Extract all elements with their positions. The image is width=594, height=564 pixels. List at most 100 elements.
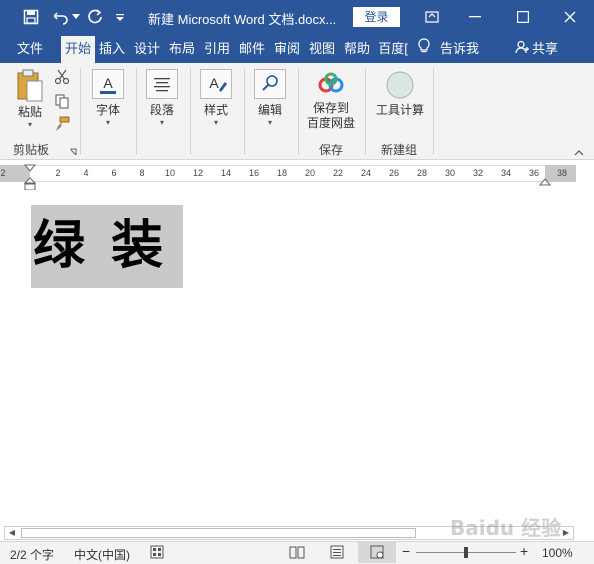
clipboard-icon: [10, 69, 50, 103]
close-icon[interactable]: [550, 0, 590, 34]
selected-text[interactable]: 绿 装: [31, 205, 183, 288]
tab-references[interactable]: 引用: [201, 34, 233, 63]
styles-label: 样式: [203, 103, 228, 117]
paste-dropdown-icon[interactable]: ▾: [10, 120, 50, 130]
baidu-netdisk-icon: [302, 71, 360, 101]
save-baidu-label-1: 保存到: [312, 101, 349, 115]
font-button[interactable]: A 字体 ▾: [88, 69, 128, 128]
macro-record-icon[interactable]: [150, 545, 164, 562]
collapse-ribbon-icon[interactable]: [572, 145, 586, 156]
web-layout-button[interactable]: [358, 542, 396, 563]
font-dropdown-icon[interactable]: ▾: [88, 118, 128, 128]
ruler-tick-label: 32: [472, 168, 484, 178]
first-line-indent-marker-icon[interactable]: [23, 161, 37, 175]
ruler-tick-label: 6: [111, 168, 117, 178]
person-icon: [515, 35, 529, 64]
ruler-tick-label: 28: [416, 168, 428, 178]
login-button[interactable]: 登录: [353, 7, 400, 27]
tool-calc-button[interactable]: 工具计算: [372, 71, 428, 118]
paragraph-dropdown-icon[interactable]: ▾: [142, 118, 182, 128]
editing-button[interactable]: 编辑 ▾: [250, 69, 290, 128]
undo-dropdown-icon[interactable]: [70, 6, 82, 28]
lightbulb-icon: [418, 35, 430, 64]
clipboard-dialog-launcher-icon[interactable]: [68, 145, 78, 156]
ruler-tick-label: 26: [388, 168, 400, 178]
font-color-icon: A: [92, 69, 124, 99]
ruler-tick-label: 36: [528, 168, 540, 178]
language-indicator[interactable]: 中文(中国): [74, 546, 130, 563]
save-to-baidu-button[interactable]: 保存到 百度网盘: [302, 71, 360, 131]
tab-view[interactable]: 视图: [306, 34, 338, 63]
ribbon-separator: [80, 68, 81, 155]
ruler-tick-label: 4: [83, 168, 89, 178]
tell-me-search[interactable]: 告诉我: [418, 34, 518, 63]
right-indent-marker-icon[interactable]: [538, 175, 552, 189]
ribbon-separator: [136, 68, 137, 155]
ruler-tick-label: 20: [304, 168, 316, 178]
ruler-tick-label: 2: [55, 168, 61, 178]
print-layout-icon[interactable]: [330, 545, 344, 562]
tab-review[interactable]: 审阅: [271, 34, 303, 63]
editing-label: 编辑: [257, 103, 282, 117]
paragraph-button[interactable]: 段落 ▾: [142, 69, 182, 128]
format-painter-icon[interactable]: [52, 116, 72, 134]
ruler-tick-label: 16: [248, 168, 260, 178]
paste-label: 粘贴: [17, 105, 42, 119]
tab-insert[interactable]: 插入: [96, 34, 128, 63]
ruler-tick-label: 38: [556, 168, 568, 178]
horizontal-ruler[interactable]: 2 2 4 6 8 10 12 14 16 18 20 22 24 26 28 30 32 34 36 38: [0, 160, 594, 191]
cut-icon[interactable]: [52, 69, 72, 87]
redo-icon[interactable]: [84, 6, 106, 28]
tab-design[interactable]: 设计: [131, 34, 163, 63]
title-bar: 新建 Microsoft Word 文档.docx... 登录: [0, 0, 594, 34]
ribbon-tabs: 文件 开始 插入 设计 布局 引用 邮件 审阅 视图 帮助 百度[ 告诉我 共享: [0, 34, 594, 63]
styles-dropdown-icon[interactable]: ▾: [196, 118, 236, 128]
tool-calc-label: 工具计算: [375, 103, 424, 117]
web-layout-icon: [370, 545, 384, 562]
ruler-tick-label: 14: [220, 168, 232, 178]
save-group-label: 保存: [319, 143, 344, 157]
tab-help[interactable]: 帮助: [341, 34, 373, 63]
ribbon-display-options-icon[interactable]: [412, 0, 452, 34]
undo-icon[interactable]: [50, 6, 72, 28]
ribbon: 粘贴 ▾ 剪贴板 A 字体 ▾ 段落 ▾ A 样式 ▾ 编辑 ▾ 保存到 百度网…: [0, 63, 594, 160]
zoom-slider-thumb[interactable]: [464, 547, 468, 558]
tab-file[interactable]: 文件: [8, 34, 52, 63]
document-area[interactable]: 绿 装: [0, 190, 594, 526]
document-title: 新建 Microsoft Word 文档.docx...: [148, 12, 337, 27]
ruler-tick-label: 24: [360, 168, 372, 178]
tab-baidu[interactable]: 百度[: [376, 34, 410, 63]
zoom-in-icon[interactable]: +: [520, 543, 528, 559]
maximize-icon[interactable]: [503, 0, 543, 34]
scrollbar-thumb[interactable]: [21, 528, 416, 538]
editing-dropdown-icon[interactable]: ▾: [250, 118, 290, 128]
ruler-tick-label: 10: [164, 168, 176, 178]
save-icon[interactable]: [20, 6, 42, 28]
minimize-icon[interactable]: [455, 0, 495, 34]
clipboard-group-label: 剪贴板: [13, 143, 50, 157]
tab-layout[interactable]: 布局: [166, 34, 198, 63]
ruler-tick-label: 30: [444, 168, 456, 178]
ribbon-separator: [190, 68, 191, 155]
zoom-out-icon[interactable]: −: [402, 543, 410, 559]
tab-mailings[interactable]: 邮件: [236, 34, 268, 63]
ribbon-separator: [433, 68, 434, 155]
svg-text:A: A: [209, 75, 219, 91]
tab-home[interactable]: 开始: [61, 36, 95, 63]
baidu-watermark: Baidu 经验: [450, 516, 562, 540]
paste-button[interactable]: 粘贴 ▾: [10, 69, 50, 130]
copy-icon[interactable]: [52, 93, 72, 111]
read-mode-icon[interactable]: [289, 545, 305, 562]
ruler-tick-label: 12: [192, 168, 204, 178]
tell-me-label: 告诉我: [440, 41, 480, 56]
find-icon: [254, 69, 286, 99]
zoom-level[interactable]: 100%: [542, 546, 573, 560]
customize-toolbar-icon[interactable]: [112, 6, 128, 28]
styles-button[interactable]: A 样式 ▾: [196, 69, 236, 128]
scroll-left-icon[interactable]: ◀: [5, 527, 19, 539]
share-button[interactable]: 共享: [515, 34, 571, 63]
word-count[interactable]: 2/2 个字: [10, 546, 54, 563]
ruler-tick-label: 8: [139, 168, 145, 178]
paragraph-align-icon: [146, 69, 178, 99]
new-group-label: 新建组: [381, 143, 418, 157]
